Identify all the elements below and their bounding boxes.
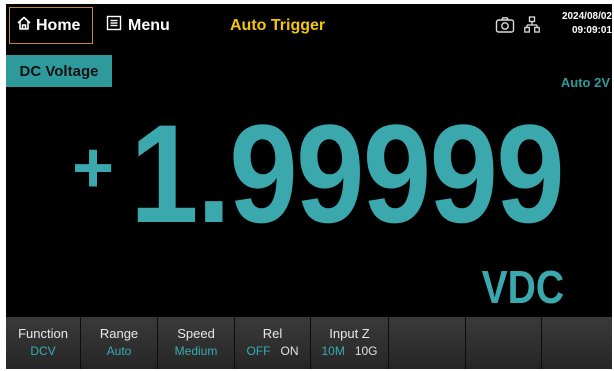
softkey-range[interactable]: Range Auto [81,317,158,369]
softkey-rel[interactable]: Rel OFF ON [235,317,311,369]
measurement-mode-tag: DC Voltage [6,55,112,87]
softkey-rel-options: OFF ON [247,342,299,360]
input-z-option-10g: 10G [354,344,378,358]
softkey-range-value: Auto [106,344,132,358]
camera-icon[interactable] [495,16,515,39]
home-button[interactable]: Home [9,7,93,44]
main-reading: + 1.99999 [72,104,612,244]
reading-unit: VDC [481,261,564,313]
home-label: Home [36,16,81,34]
reading-sign: + [72,128,115,208]
softkey-empty-7[interactable] [466,317,542,369]
rel-option-on: ON [280,344,299,358]
home-icon [16,15,36,36]
softkey-function[interactable]: Function DCV [6,317,81,369]
reading-value: 1.99999 [130,95,565,252]
softkey-rel-title: Rel [262,326,283,341]
softkey-speed-title: Speed [177,326,215,341]
softkey-function-value: DCV [30,344,56,358]
date-time: 2024/08/02 09:09:01 [548,10,612,38]
softkey-bar: Function DCV Range Auto Speed Medium Rel… [6,317,612,369]
softkey-input-z-options: 10M 10G [321,342,377,360]
range-indicator: Auto 2V [560,75,610,90]
top-bar: Home Menu Auto Trigger 2024/08/02 09:09:… [6,4,612,48]
softkey-empty-6[interactable] [389,317,466,369]
input-z-option-10m: 10M [321,344,345,358]
rel-option-off: OFF [246,344,271,358]
softkey-speed-value: Medium [174,344,218,358]
softkey-function-title: Function [18,326,68,341]
menu-icon [106,15,128,36]
date-text: 2024/08/02 [561,11,612,22]
time-text: 09:09:01 [571,25,612,36]
softkey-input-z-title: Input Z [329,326,370,341]
softkey-empty-8[interactable] [542,317,612,369]
menu-label: Menu [128,16,170,34]
softkey-range-title: Range [99,326,139,341]
trigger-status[interactable]: Auto Trigger [230,17,325,35]
instrument-screen: Home Menu Auto Trigger 2024/08/02 09:09:… [6,4,612,369]
network-icon [524,16,540,39]
softkey-speed[interactable]: Speed Medium [158,317,235,369]
menu-button[interactable]: Menu [106,7,170,44]
softkey-input-z[interactable]: Input Z 10M 10G [311,317,389,369]
